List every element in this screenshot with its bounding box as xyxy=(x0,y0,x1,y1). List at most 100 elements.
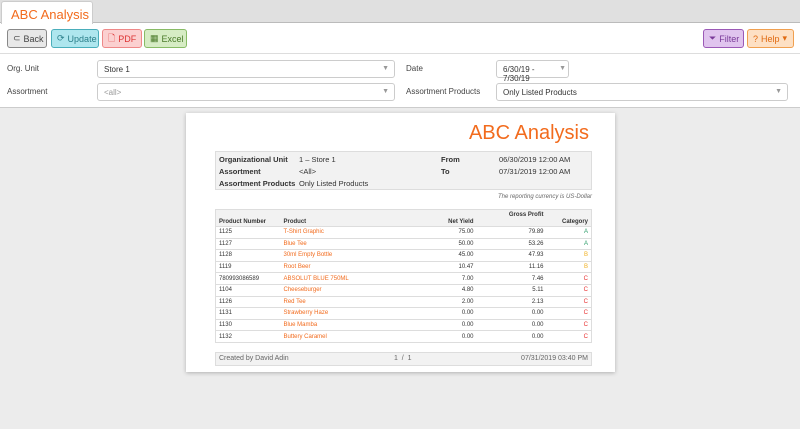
info-org-unit: 1 – Store 1 xyxy=(299,155,336,164)
table-row: 1119 Root Beer 10.47 11.16 B xyxy=(215,260,592,273)
help-icon: ? xyxy=(753,33,759,44)
filter-label: Filter xyxy=(719,33,740,44)
gross-profit: 2.13 xyxy=(476,295,547,308)
table-row: 1131 Strawberry Haze 0.00 0.00 C xyxy=(215,307,592,320)
net-yield: 7.00 xyxy=(406,272,477,285)
info-org-unit-label: Organizational Unit xyxy=(219,155,288,164)
table-row: 1104 Cheeseburger 4.80 5.11 C xyxy=(215,283,592,297)
chevron-down-icon: ▼ xyxy=(559,65,566,72)
caret-down-icon: ▾ xyxy=(782,33,788,43)
assortment-products-value: Only Listed Products xyxy=(503,88,577,97)
gross-profit: 0.00 xyxy=(476,330,547,343)
update-button[interactable]: ⟳ Update xyxy=(51,29,99,48)
org-unit-label: Org. Unit xyxy=(7,64,40,73)
report-info-box: Organizational Unit 1 – Store 1 Assortme… xyxy=(215,151,592,190)
category: A xyxy=(546,237,592,250)
product-number: 1126 xyxy=(215,295,281,308)
assortment-placeholder: <all> xyxy=(104,88,122,97)
net-yield: 0.00 xyxy=(406,307,477,320)
product-number: 1119 xyxy=(215,260,281,273)
category: A xyxy=(546,226,592,239)
assortment-label: Assortment xyxy=(7,87,48,96)
product-number: 1132 xyxy=(215,330,281,343)
back-icon: ⊂ xyxy=(13,33,21,43)
report-footer: Created by David Adin 1 / 1 07/31/2019 0… xyxy=(215,352,592,366)
org-unit-value: Store 1 xyxy=(104,65,130,74)
net-yield: 50.00 xyxy=(406,237,477,250)
col-gross-profit: Gross Profit xyxy=(476,209,547,227)
net-yield: 0.00 xyxy=(406,318,477,331)
category: B xyxy=(546,249,592,262)
product-name[interactable]: Root Beer xyxy=(280,260,407,273)
product-number: 780993086589 xyxy=(215,272,281,285)
product-name[interactable]: T-Shirt Graphic xyxy=(280,226,407,239)
category: B xyxy=(546,260,592,273)
product-number: 1128 xyxy=(215,249,281,262)
net-yield: 2.00 xyxy=(406,295,477,308)
product-name[interactable]: Cheeseburger xyxy=(280,283,407,297)
assortment-products-select[interactable]: Only Listed Products ▼ xyxy=(496,83,788,101)
product-number: 1130 xyxy=(215,318,281,331)
back-label: Back xyxy=(23,33,44,44)
gross-profit: 47.93 xyxy=(476,249,547,262)
category: C xyxy=(546,330,592,343)
info-to-label: To xyxy=(441,167,450,176)
currency-note: The reporting currency is US-Dollar xyxy=(497,194,592,200)
net-yield: 4.80 xyxy=(406,283,477,297)
category: C xyxy=(546,295,592,308)
table-row: 1126 Red Tee 2.00 2.13 C xyxy=(215,295,592,308)
help-button[interactable]: ? Help ▾ xyxy=(747,29,794,48)
product-number: 1125 xyxy=(215,226,281,239)
assortment-products-label: Assortment Products xyxy=(406,87,481,96)
product-number: 1131 xyxy=(215,307,281,320)
filter-icon: ⏷ xyxy=(709,33,717,43)
product-name[interactable]: Buttery Caramel xyxy=(280,330,407,343)
col-net-yield: Net Yield xyxy=(406,209,477,227)
gross-profit: 0.00 xyxy=(476,307,547,320)
abc-table: Product Number Product Net Yield Gross P… xyxy=(215,209,592,343)
file-icon: 🗋 xyxy=(108,32,116,43)
product-name[interactable]: Red Tee xyxy=(280,295,407,308)
date-range-picker[interactable]: 6/30/19 - 7/30/19 ▼ xyxy=(496,60,569,83)
table-row: 1125 T-Shirt Graphic 75.00 79.89 A xyxy=(215,226,592,239)
created-by: Created by David Adin xyxy=(219,355,289,362)
org-unit-select[interactable]: Store 1 ▼ xyxy=(97,60,395,78)
table-row: 1132 Buttery Caramel 0.00 0.00 C xyxy=(215,330,592,343)
refresh-icon: ⟳ xyxy=(57,33,65,43)
product-name[interactable]: Blue Mamba xyxy=(280,318,407,331)
product-name[interactable]: ABSOLUT BLUE 750ML xyxy=(280,272,407,285)
pdf-button[interactable]: 🗋 PDF xyxy=(102,29,142,48)
back-button[interactable]: ⊂ Back xyxy=(7,29,47,48)
filter-button[interactable]: ⏷ Filter xyxy=(703,29,744,48)
product-name[interactable]: Strawberry Haze xyxy=(280,307,407,320)
category: C xyxy=(546,283,592,297)
product-number: 1127 xyxy=(215,237,281,250)
chevron-down-icon: ▼ xyxy=(382,88,389,95)
chevron-down-icon: ▼ xyxy=(382,65,389,72)
footer-timestamp: 07/31/2019 03:40 PM xyxy=(521,355,588,362)
info-assortment: <All> xyxy=(299,167,317,176)
page-indicator: 1 / 1 xyxy=(394,355,412,362)
category: C xyxy=(546,307,592,320)
product-name[interactable]: Blue Tee xyxy=(280,237,407,250)
net-yield: 0.00 xyxy=(406,330,477,343)
gross-profit: 7.46 xyxy=(476,272,547,285)
product-name[interactable]: 30ml Empty Bottle xyxy=(280,249,407,262)
product-number: 1104 xyxy=(215,283,281,297)
tab-abc-analysis[interactable]: ABC Analysis xyxy=(1,1,93,24)
category: C xyxy=(546,272,592,285)
table-row: 1130 Blue Mamba 0.00 0.00 C xyxy=(215,318,592,331)
info-assortment-products-label: Assortment Products xyxy=(219,179,296,188)
gross-profit: 5.11 xyxy=(476,283,547,297)
info-from-label: From xyxy=(441,155,460,164)
net-yield: 45.00 xyxy=(406,249,477,262)
report-title: ABC Analysis xyxy=(468,122,589,144)
excel-button[interactable]: ▦ Excel xyxy=(144,29,187,48)
gross-profit: 53.26 xyxy=(476,237,547,250)
net-yield: 75.00 xyxy=(406,226,477,239)
help-label: Help xyxy=(761,33,780,44)
col-category: Category xyxy=(546,209,592,227)
table-row: 780993086589 ABSOLUT BLUE 750ML 7.00 7.46 C xyxy=(215,272,592,285)
update-label: Update xyxy=(67,33,97,44)
assortment-select[interactable]: <all> ▼ xyxy=(97,83,395,101)
